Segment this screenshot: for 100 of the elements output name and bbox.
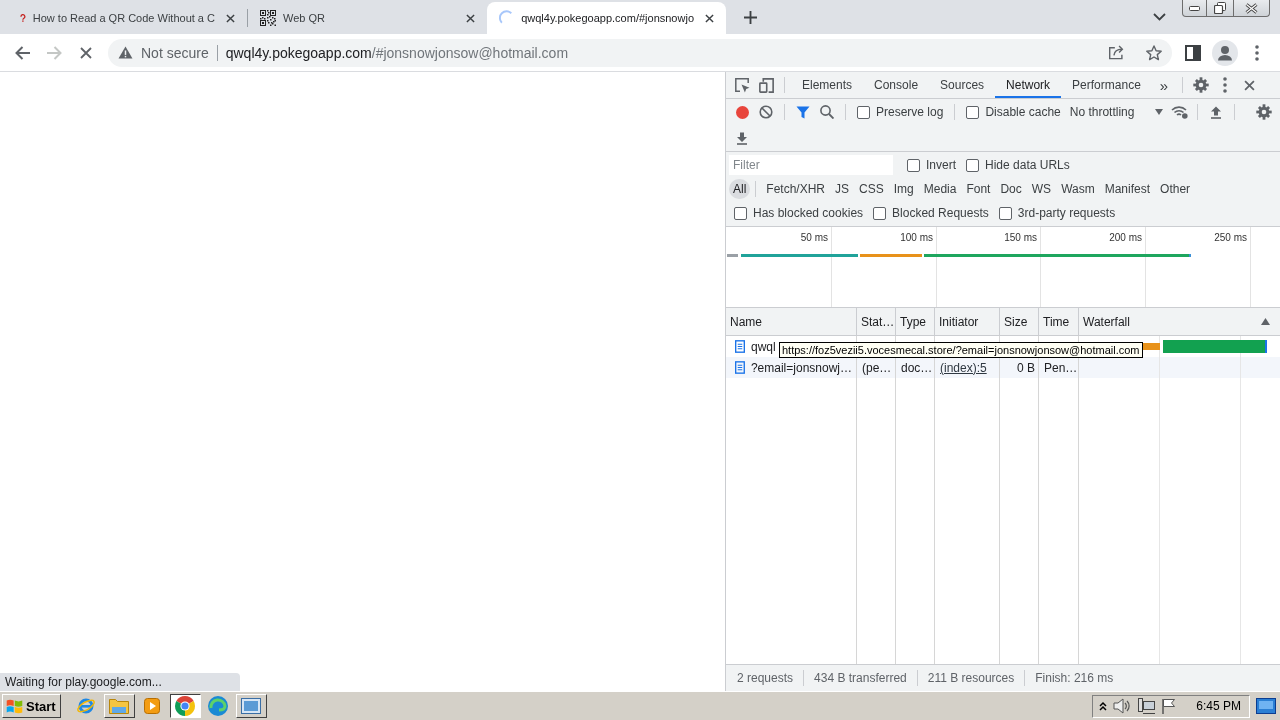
tick-label: 200 ms [1109, 232, 1142, 243]
checkbox-label[interactable]: Preserve log [876, 105, 944, 119]
checkbox[interactable] [857, 105, 870, 119]
table-cell-text: doc… [900, 360, 934, 375]
minimize-button[interactable] [1182, 0, 1207, 17]
qr-code-icon [260, 10, 276, 26]
browser-tab[interactable]: qwql4y.pokegoapp.com/#jonsnowjo [487, 2, 726, 34]
kebab-menu-icon [1255, 44, 1259, 61]
wifi-gear-icon [1170, 105, 1188, 119]
column-header[interactable]: Time [1039, 314, 1079, 329]
type-filter-button[interactable]: Fetch/XHR [761, 179, 831, 199]
checkbox-label[interactable]: 3rd-party requests [1017, 206, 1116, 220]
address-bar[interactable]: Not secure qwql4y.pokegoapp.com/#jonsnowjonsow@hotmail.com [108, 38, 1172, 67]
checkbox-label[interactable]: Has blocked cookies [753, 206, 864, 220]
timing-marker [1265, 340, 1267, 353]
panel-tab[interactable]: Elements [791, 72, 864, 98]
flag-icon[interactable] [1161, 698, 1177, 714]
person-icon [1212, 39, 1238, 66]
close-icon [225, 13, 235, 23]
four-color-flag-icon [6, 698, 23, 714]
close-icon [1243, 79, 1255, 91]
network-icon[interactable] [1137, 698, 1156, 714]
checkbox[interactable] [966, 158, 979, 172]
more-tabs-button[interactable]: » [1151, 72, 1177, 98]
taskbar-button[interactable] [169, 694, 201, 718]
tick-label: 150 ms [1004, 232, 1037, 243]
speaker-icon[interactable] [1113, 698, 1132, 714]
clock-text[interactable]: 6:45 PM [1196, 699, 1241, 713]
type-filter-button[interactable]: Wasm [1056, 179, 1100, 199]
play-icon [144, 698, 161, 714]
chevron-down-icon [1152, 13, 1166, 21]
type-filter-button[interactable]: Other [1155, 179, 1196, 199]
close-icon [1245, 2, 1258, 14]
summary-text: 434 B transferred [804, 670, 918, 686]
sort-arrow-icon [1261, 318, 1270, 325]
initiator-link[interactable]: (index):5 [935, 360, 1000, 375]
column-header[interactable]: Stat… [857, 314, 896, 329]
restore-button[interactable] [1207, 0, 1234, 17]
e-browser-icon [76, 696, 97, 716]
panel-tab[interactable]: Sources [929, 72, 996, 98]
side-panel-icon [1185, 44, 1201, 61]
security-chip[interactable]: Not secure [118, 44, 209, 61]
type-filter-button[interactable]: CSS [854, 179, 889, 199]
checkbox-label[interactable]: Blocked Requests [892, 206, 989, 220]
show-hidden-icons-button[interactable] [1099, 701, 1108, 711]
summary-text: Finish: 216 ms [1034, 670, 1115, 686]
tick-label: 50 ms [800, 232, 828, 243]
profile-button[interactable] [1211, 38, 1239, 67]
checkbox[interactable] [873, 206, 887, 220]
warning-icon [118, 46, 133, 59]
column-header[interactable]: Type [896, 314, 935, 329]
arrow-right-icon [46, 45, 62, 60]
loading-spinner-icon [499, 10, 515, 26]
column-header[interactable]: Size [1000, 314, 1039, 329]
type-filter-button[interactable]: Img [888, 179, 919, 199]
type-filter-button[interactable]: Font [961, 179, 996, 199]
settings-icon [1193, 77, 1210, 93]
checkbox-label[interactable]: Disable cache [985, 105, 1061, 119]
checkbox[interactable] [966, 105, 980, 119]
folder-icon [109, 698, 130, 714]
panel-tab[interactable]: Console [863, 72, 930, 98]
type-filter-button[interactable]: Doc [995, 179, 1027, 199]
column-header[interactable]: Waterfall [1083, 314, 1130, 329]
checkbox[interactable] [907, 158, 920, 172]
browser-tab[interactable]: Web QR [248, 2, 487, 34]
summary-text: 211 B resources [917, 670, 1026, 686]
table-cell-text: Pen… [1043, 360, 1079, 375]
search-icon [820, 105, 834, 119]
table-cell-text: (pe… [861, 360, 893, 375]
minimize-icon [1189, 5, 1200, 11]
column-header[interactable]: Initiator [935, 314, 1000, 329]
checkbox[interactable] [734, 206, 747, 220]
type-filter-button[interactable]: WS [1026, 179, 1057, 199]
type-filter-button[interactable]: JS [830, 179, 855, 199]
checkbox-label[interactable]: Invert [926, 158, 956, 172]
close-icon [704, 13, 714, 23]
url-text[interactable]: qwql4y.pokegoapp.com/#jonsnowjonsow@hotmail.com [225, 44, 569, 61]
checkbox-label[interactable]: Hide data URLs [985, 158, 1070, 172]
show-desktop-button[interactable] [1256, 698, 1276, 714]
kebab-menu-icon [1223, 77, 1228, 93]
table-row[interactable]: ?email=jonsnowj… (pe… doc… (index):5 0 B Pen… [726, 357, 1280, 378]
settings-icon [1256, 104, 1272, 120]
filter-field[interactable]: Filter [729, 155, 893, 175]
devices-icon [758, 77, 774, 93]
type-filter-button[interactable]: Manifest [1099, 179, 1156, 199]
type-filter-button[interactable]: All [729, 179, 751, 199]
type-filter-button[interactable]: Media [918, 179, 962, 199]
checkbox[interactable] [998, 206, 1012, 220]
panel-tab[interactable]: Performance [1061, 72, 1152, 98]
close-button[interactable] [1234, 0, 1270, 17]
browser-tab[interactable]: How to Read a QR Code Without a C [8, 2, 247, 34]
wave-browser-icon [208, 696, 229, 716]
table-cell-text: 0 B [1016, 360, 1036, 375]
status-bubble: Waiting for play.google.com... [0, 673, 240, 691]
upload-icon [1210, 105, 1223, 119]
column-header[interactable]: Name [726, 314, 857, 329]
start-button[interactable]: Start [2, 694, 61, 718]
cursor-box-icon [734, 77, 750, 93]
table-cell: qwql [751, 339, 776, 354]
throttling-dropdown[interactable]: No throttling [1065, 99, 1168, 125]
